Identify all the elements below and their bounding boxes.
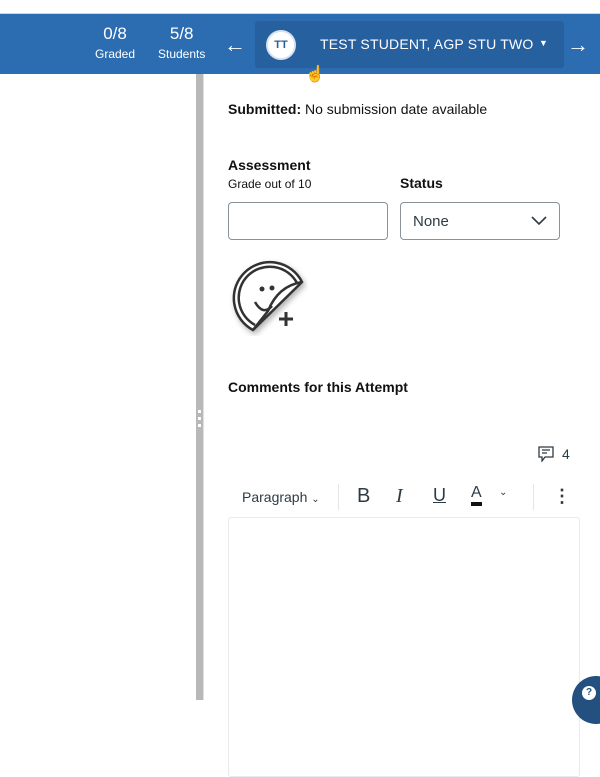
- chevron-down-icon: ⌄: [311, 494, 320, 505]
- top-strip: [0, 0, 600, 14]
- status-value: None: [413, 213, 449, 230]
- toolbar-separator: [338, 484, 339, 510]
- avatar: TT: [266, 30, 296, 60]
- add-sticker-button[interactable]: [228, 256, 308, 341]
- help-icon: ?: [582, 686, 596, 700]
- speedgrader-header: 0/8 Graded 5/8 Students ← TT TEST STUDEN…: [0, 14, 600, 74]
- editor-toolbar: Paragraph ⌄ B I U A ⌄ ⋮: [228, 480, 580, 516]
- more-vertical-icon: ⋮: [553, 486, 571, 506]
- text-color-dropdown[interactable]: ⌄: [499, 487, 507, 498]
- arrow-right-icon: →: [567, 32, 589, 57]
- comment-editor[interactable]: [228, 517, 580, 777]
- grade-input[interactable]: [228, 202, 388, 240]
- assessment-heading: Assessment: [228, 157, 311, 173]
- pane-resize-handle[interactable]: [196, 74, 204, 700]
- grade-label: Grade out of 10: [228, 177, 312, 191]
- graded-label: Graded: [95, 47, 136, 61]
- graded-count: 0/8 Graded: [95, 24, 135, 61]
- submitted-label: Submitted:: [228, 101, 302, 117]
- sticker-icon: [232, 260, 304, 332]
- underline-icon: U: [433, 485, 446, 505]
- caret-down-icon: ▼: [539, 38, 548, 48]
- text-color-icon: A: [471, 484, 482, 501]
- students-count: 5/8 Students: [158, 24, 205, 61]
- hand-cursor-icon: ☝: [305, 66, 325, 83]
- chevron-down-icon: ⌄: [499, 487, 508, 498]
- next-student-button[interactable]: →: [567, 32, 589, 58]
- students-label: Students: [158, 47, 206, 61]
- previous-student-button[interactable]: ←: [224, 32, 246, 58]
- arrow-left-icon: ←: [224, 32, 246, 57]
- comment-count[interactable]: 4: [538, 446, 570, 462]
- comment-icon: [538, 446, 554, 462]
- chevron-down-icon: [531, 216, 547, 226]
- comments-heading: Comments for this Attempt: [228, 379, 408, 395]
- left-pane: [0, 74, 196, 700]
- underline-button[interactable]: U: [433, 485, 446, 506]
- student-name: TEST STUDENT, AGP STU TWO: [320, 36, 534, 52]
- graded-value: 0/8: [103, 24, 127, 43]
- bold-button[interactable]: B: [357, 485, 370, 508]
- bold-icon: B: [357, 485, 371, 507]
- submitted-value: No submission date available: [305, 101, 488, 117]
- paragraph-dropdown[interactable]: Paragraph ⌄: [242, 489, 320, 505]
- status-select[interactable]: None: [400, 202, 560, 240]
- student-selector[interactable]: TT TEST STUDENT, AGP STU TWO ▼: [255, 21, 564, 68]
- students-value: 5/8: [169, 24, 194, 43]
- grip-icon: [198, 410, 201, 430]
- italic-button[interactable]: I: [396, 485, 403, 508]
- italic-icon: I: [396, 485, 403, 507]
- more-options-button[interactable]: ⋮: [553, 486, 571, 507]
- toolbar-separator: [533, 484, 534, 510]
- text-color-button[interactable]: A: [471, 484, 482, 506]
- comment-count-value: 4: [562, 446, 570, 462]
- submitted-info: Submitted: No submission date available: [228, 101, 487, 117]
- status-label: Status: [400, 175, 443, 191]
- paragraph-label: Paragraph: [242, 489, 308, 505]
